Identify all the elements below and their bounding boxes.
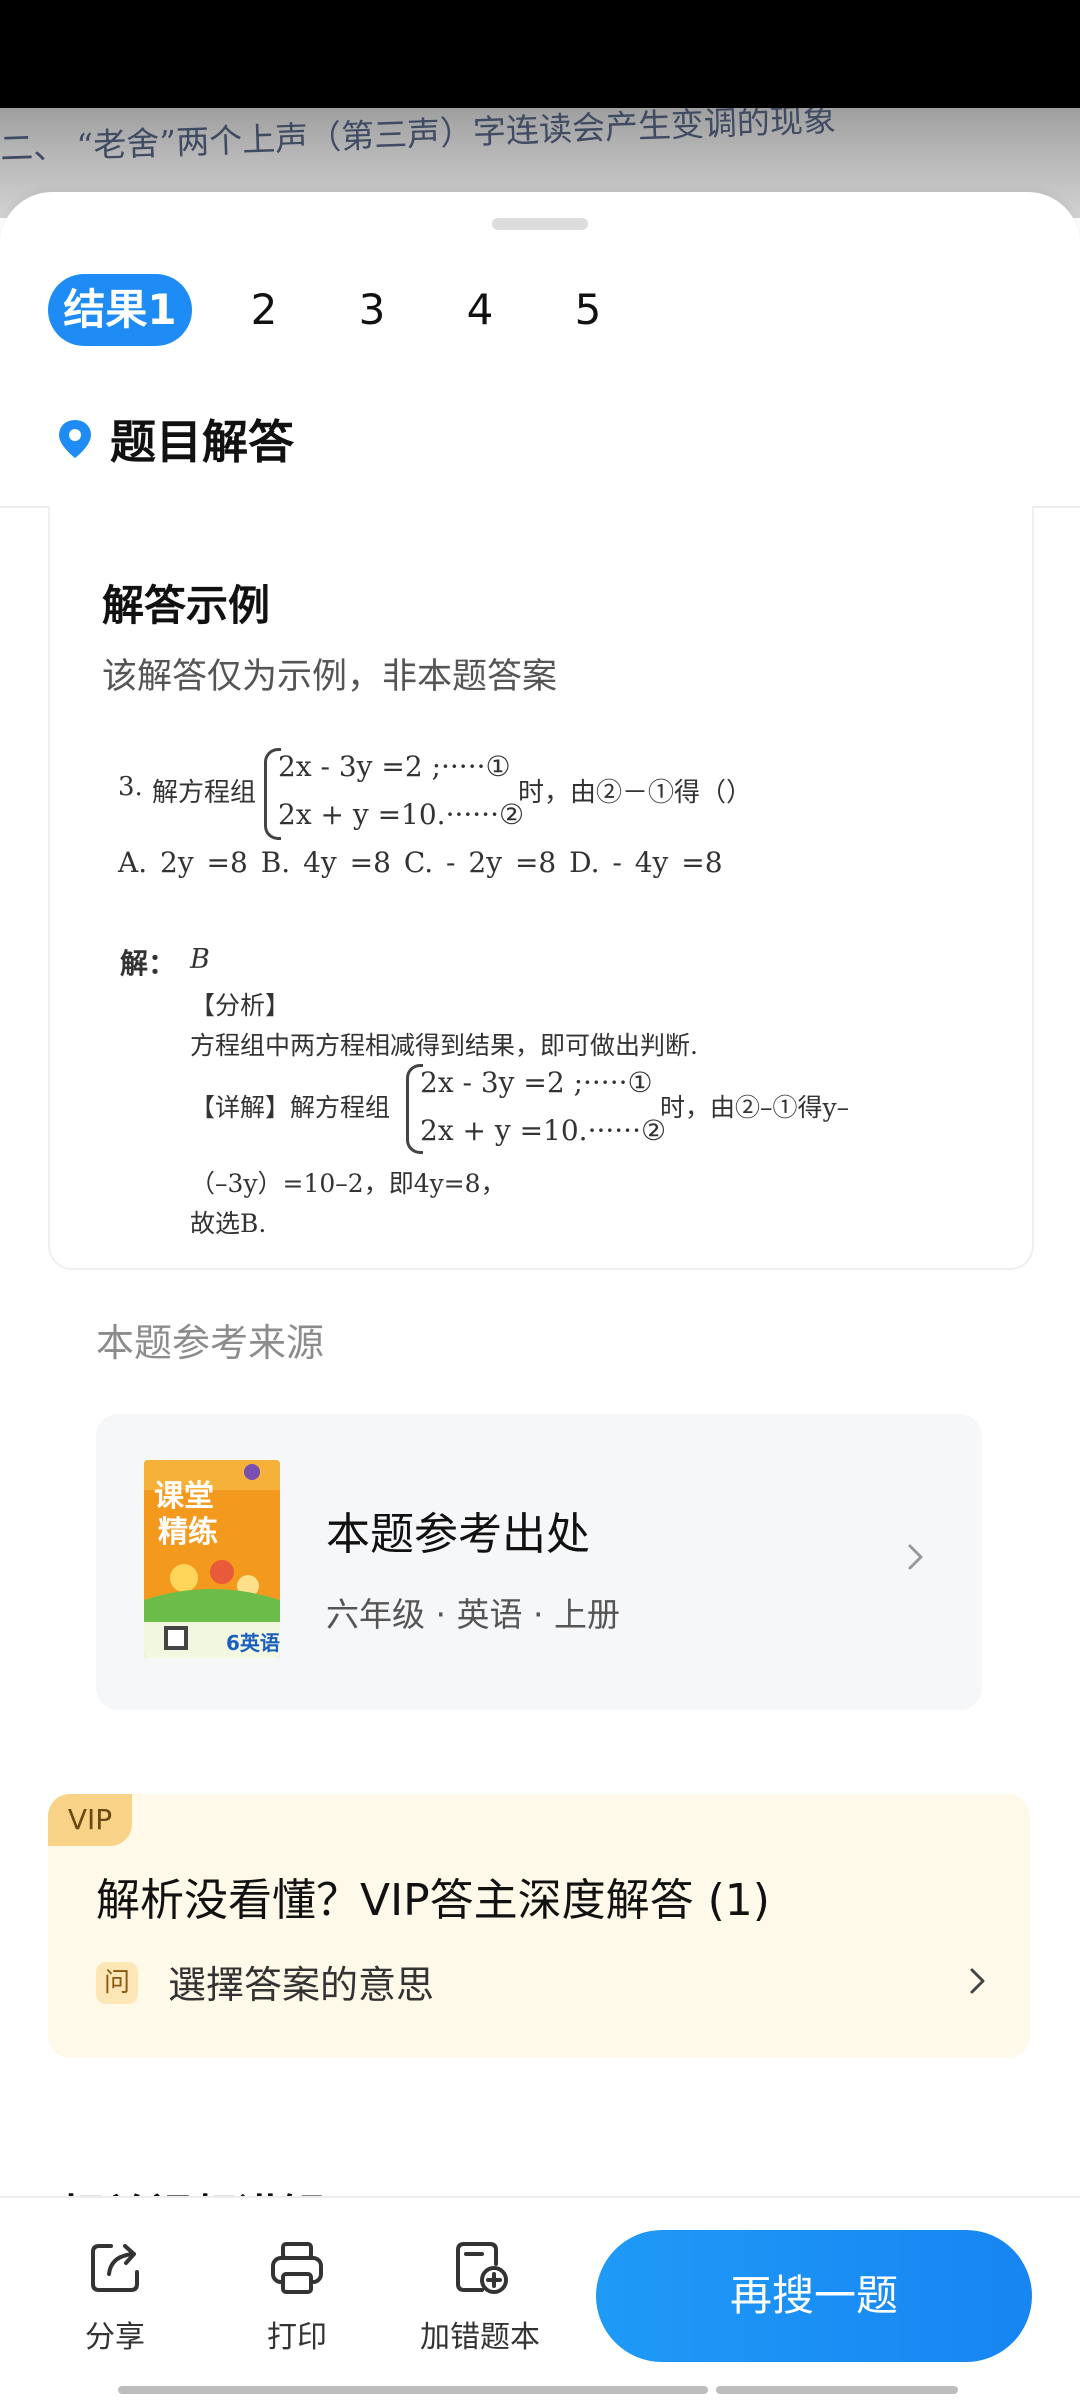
detail-label: 【详解】解方程组 [190, 1093, 391, 1122]
question-number: 3. [118, 772, 143, 802]
share-button[interactable]: 分享 [40, 2238, 190, 2356]
add-to-wrongbook-button[interactable]: 加错题本 [406, 2238, 554, 2356]
tab-result-4[interactable]: 4 [448, 274, 512, 346]
tab-result-3[interactable]: 3 [340, 274, 404, 346]
vip-title: 解析没看懂？VIP答主深度解答 (1) [96, 1875, 770, 1926]
vip-question-text[interactable]: 選擇答案的意思 [168, 1954, 434, 2009]
question-icon: 问 [96, 1962, 138, 2004]
book-cover-title-1: 课堂 [154, 1479, 214, 1514]
print-label: 打印 [267, 2320, 327, 2355]
share-label: 分享 [85, 2320, 145, 2355]
section-header: 题目解答 [56, 404, 294, 474]
detail-suffix: 时，由②–①得y– [660, 1093, 850, 1122]
detail-equation-2: 2x + y =10.······② [420, 1114, 667, 1147]
book-cover-title-2: 精练 [158, 1515, 218, 1550]
question-suffix: 时，由②－①得（） [518, 778, 753, 808]
analysis-text: 方程组中两方程相减得到结果，即可做出判断. [190, 1031, 698, 1060]
add-to-wrongbook-icon [456, 2242, 508, 2294]
location-pin-icon [59, 420, 91, 458]
print-icon [271, 2242, 323, 2294]
search-again-button[interactable]: 再搜一题 [596, 2230, 1032, 2362]
sheet-drag-handle[interactable] [492, 218, 588, 230]
detail-line-2: （–3y）=10–2，即4y=8， [190, 1169, 506, 1198]
book-cover-image: 课堂 精练 6英语 [144, 1460, 280, 1658]
print-button[interactable]: 打印 [222, 2238, 372, 2356]
tab-result-5[interactable]: 5 [556, 274, 620, 346]
solution-label: 解： [120, 947, 177, 980]
section-title: 题目解答 [110, 415, 294, 469]
question-equation-1: 2x - 3y =2 ;·····① [278, 750, 511, 783]
reference-heading: 本题参考来源 [96, 1321, 325, 1365]
tab-result-2[interactable]: 2 [232, 274, 296, 346]
question-equation-2: 2x + y =10.······② [278, 798, 525, 831]
detail-equation-1: 2x - 3y =2 ;·····① [420, 1066, 653, 1099]
gesture-navigation-bar [118, 2386, 962, 2394]
analysis-label: 【分析】 [190, 991, 291, 1020]
book-cover-grade: 6英语 [226, 1631, 280, 1655]
vip-badge: VIP [48, 1794, 132, 1846]
reference-title: 本题参考出处 [326, 1509, 590, 1560]
status-bar [0, 0, 1080, 108]
reference-meta: 六年级 · 英语 · 上册 [326, 1595, 620, 1634]
chevron-right-icon[interactable] [900, 1542, 930, 1572]
question-prefix: 解方程组 [152, 778, 257, 808]
add-to-wrongbook-label: 加错题本 [420, 2320, 540, 2355]
photo-text: 二、 “老舍”两个上声（第三声）字连读会产生变调的现象 [0, 108, 837, 168]
example-note: 该解答仅为示例，非本题答案 [102, 657, 558, 697]
solution-answer: B [190, 944, 210, 975]
example-title: 解答示例 [102, 581, 271, 630]
chevron-right-icon[interactable] [964, 1966, 990, 1996]
tab-result-1[interactable]: 结果1 [48, 274, 192, 346]
share-icon [91, 2244, 139, 2292]
question-options: A. 2y =8 B. 4y =8 C. - 2y =8 D. - 4y =8 [118, 846, 723, 879]
detail-line-3: 故选B. [190, 1209, 267, 1238]
